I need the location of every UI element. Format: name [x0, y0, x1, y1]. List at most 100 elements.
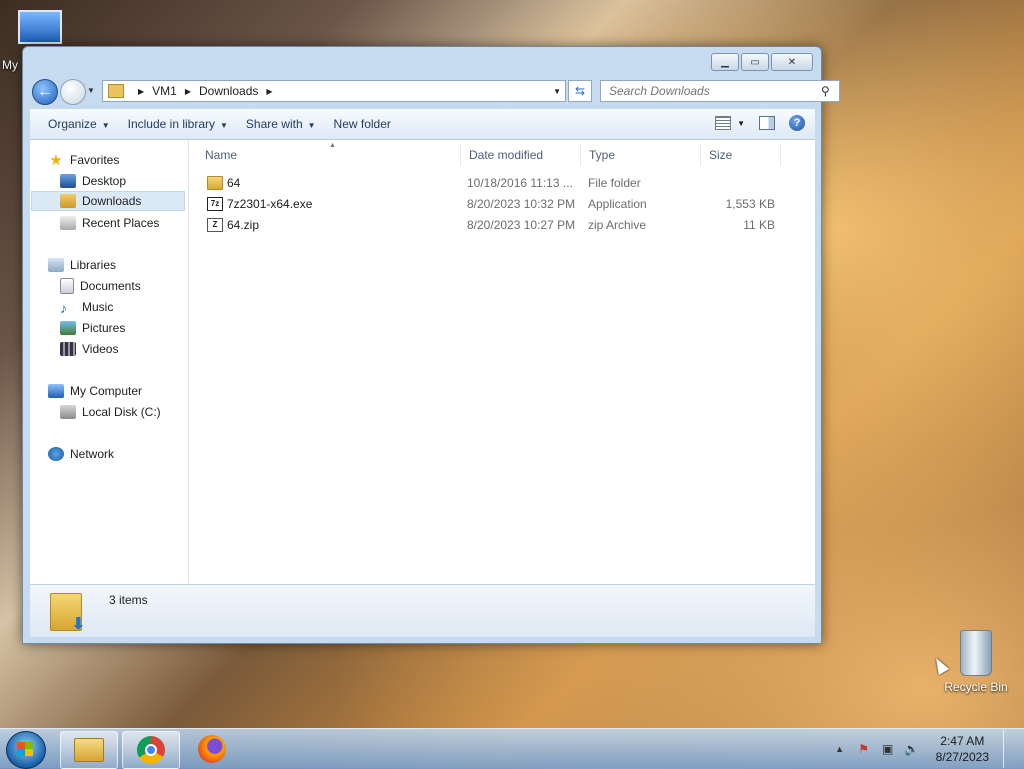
- recycle-bin-desktop-icon[interactable]: Recycle Bin: [936, 630, 1016, 694]
- music-note-icon: ♪: [60, 300, 67, 316]
- recent-pages-dropdown[interactable]: ▼: [87, 86, 95, 95]
- search-icon[interactable]: ⚲: [821, 84, 830, 98]
- organize-button[interactable]: Organize ▼: [48, 117, 110, 131]
- firefox-icon: [198, 735, 226, 763]
- help-icon[interactable]: ?: [789, 115, 805, 131]
- item-count: 3 items: [109, 593, 148, 607]
- column-header-name[interactable]: Name ▲: [197, 142, 461, 166]
- network-status-icon[interactable]: ▣: [880, 742, 896, 756]
- navigation-pane: ★ Favorites Desktop Downloads Recent Plac…: [30, 140, 189, 584]
- back-arrow-icon: ←: [37, 83, 53, 100]
- nav-recent-places[interactable]: Recent Places: [60, 213, 159, 233]
- view-details-icon: [715, 116, 732, 130]
- new-folder-button[interactable]: New folder: [334, 117, 391, 131]
- downloads-folder-icon: ⬇: [50, 593, 85, 633]
- table-row[interactable]: 64 10/18/2016 11:13 ... File folder: [189, 172, 815, 193]
- file-list[interactable]: Name ▲ Date modified Type Size 64 10/18/…: [189, 140, 815, 584]
- preview-pane-icon[interactable]: [759, 116, 775, 130]
- breadcrumb-separator-icon[interactable]: ▶: [138, 87, 144, 96]
- file-date: 8/20/2023 10:27 PM: [467, 217, 576, 232]
- nav-local-disk[interactable]: Local Disk (C:): [60, 402, 161, 422]
- chevron-down-icon: ▼: [307, 121, 316, 130]
- nav-favorites[interactable]: ★ Favorites: [48, 150, 119, 170]
- show-desktop-button[interactable]: [1003, 730, 1016, 768]
- include-in-library-button[interactable]: Include in library ▼: [128, 117, 228, 131]
- search-input[interactable]: [607, 83, 821, 99]
- file-date: 10/18/2016 11:13 ...: [467, 175, 573, 190]
- zip-icon: Z: [207, 218, 223, 232]
- desktop-icon: [60, 174, 76, 188]
- sort-ascending-icon: ▲: [329, 142, 336, 149]
- address-row: ← ▼ ▶ VM1 ▶ Downloads ▶ ▼ ⇆ ⚲: [30, 77, 840, 107]
- folder-icon: [207, 176, 223, 190]
- nav-documents[interactable]: Documents: [60, 276, 141, 296]
- nav-downloads[interactable]: Downloads: [31, 191, 185, 211]
- file-name: 7z2301-x64.exe: [227, 196, 313, 211]
- nav-libraries[interactable]: Libraries: [48, 255, 116, 275]
- computer-icon: [18, 10, 62, 44]
- recent-places-icon: [60, 216, 76, 230]
- breadcrumb-separator-icon[interactable]: ▶: [266, 87, 272, 96]
- breadcrumb-vm1[interactable]: VM1: [152, 84, 177, 98]
- close-button[interactable]: ✕: [771, 53, 813, 71]
- address-dropdown-icon[interactable]: ▼: [553, 87, 561, 96]
- column-header-date[interactable]: Date modified: [461, 144, 581, 166]
- column-header-type[interactable]: Type: [581, 144, 701, 166]
- nav-pictures[interactable]: Pictures: [60, 318, 125, 338]
- taskbar-firefox[interactable]: [184, 731, 240, 767]
- maximize-button[interactable]: ▭: [741, 53, 769, 71]
- back-button[interactable]: ←: [32, 79, 58, 105]
- pictures-icon: [60, 321, 76, 335]
- taskbar-chrome[interactable]: [122, 731, 180, 769]
- taskbar-explorer[interactable]: [60, 731, 118, 769]
- column-header-size[interactable]: Size: [701, 144, 781, 166]
- search-box[interactable]: ⚲: [600, 80, 840, 102]
- documents-icon: [60, 278, 74, 294]
- refresh-icon: ⇆: [574, 84, 586, 98]
- forward-button[interactable]: [60, 79, 86, 105]
- nav-videos[interactable]: Videos: [60, 339, 118, 359]
- refresh-button[interactable]: ⇆: [568, 80, 592, 102]
- file-size: 11 KB: [743, 217, 775, 232]
- table-row[interactable]: 7z 7z2301-x64.exe 8/20/2023 10:32 PM App…: [189, 193, 815, 214]
- libraries-icon: [48, 258, 64, 272]
- breadcrumb-downloads[interactable]: Downloads: [199, 84, 258, 98]
- file-date: 8/20/2023 10:32 PM: [467, 196, 576, 211]
- file-type: zip Archive: [588, 217, 647, 232]
- change-view-button[interactable]: ▼: [715, 116, 745, 130]
- details-pane: ⬇ 3 items: [30, 584, 815, 637]
- my-computer-desktop-icon[interactable]: My: [0, 10, 62, 72]
- address-bar[interactable]: ▶ VM1 ▶ Downloads ▶ ▼: [102, 80, 566, 102]
- breadcrumb-separator-icon[interactable]: ▶: [185, 87, 191, 96]
- file-name: 64.zip: [227, 217, 260, 232]
- file-size: 1,553 KB: [725, 196, 775, 211]
- downloads-folder-icon: [60, 194, 76, 208]
- minimize-button[interactable]: ▁: [711, 53, 739, 71]
- taskbar: ▲ ⚑ ▣ 🔈 2:47 AM 8/27/2023: [0, 728, 1024, 769]
- videos-icon: [60, 342, 76, 356]
- file-type: File folder: [588, 175, 641, 190]
- chevron-down-icon: ▼: [220, 121, 228, 130]
- nav-desktop[interactable]: Desktop: [60, 171, 126, 191]
- table-row[interactable]: Z 64.zip 8/20/2023 10:27 PM zip Archive …: [189, 214, 815, 235]
- clock[interactable]: 2:47 AM 8/27/2023: [936, 733, 989, 765]
- windows-logo-icon: [17, 742, 33, 756]
- nav-my-computer[interactable]: My Computer: [48, 381, 142, 401]
- file-name: 64: [227, 175, 241, 190]
- my-computer-label: My: [2, 58, 18, 72]
- system-tray: ▲ ⚑ ▣ 🔈 2:47 AM 8/27/2023: [832, 730, 1016, 768]
- volume-muted-icon[interactable]: 🔈: [904, 742, 920, 756]
- chevron-down-icon[interactable]: ▼: [737, 119, 745, 128]
- show-hidden-icons-icon[interactable]: ▲: [832, 742, 848, 756]
- file-type: Application: [588, 196, 647, 211]
- clock-time: 2:47 AM: [940, 734, 985, 748]
- nav-music[interactable]: ♪ Music: [60, 297, 113, 317]
- explorer-window[interactable]: ▁ ▭ ✕ ← ▼ ▶ VM1 ▶ Downloads ▶ ▼ ⇆ ⚲ Orga…: [22, 46, 840, 644]
- caption-buttons: ▁ ▭ ✕: [711, 53, 813, 71]
- file-explorer-icon: [74, 738, 104, 762]
- nav-network[interactable]: Network: [48, 444, 114, 464]
- star-icon: ★: [49, 152, 63, 169]
- start-button[interactable]: [6, 731, 46, 769]
- action-center-flag-icon[interactable]: ⚑: [856, 742, 872, 756]
- share-with-button[interactable]: Share with ▼: [246, 117, 316, 131]
